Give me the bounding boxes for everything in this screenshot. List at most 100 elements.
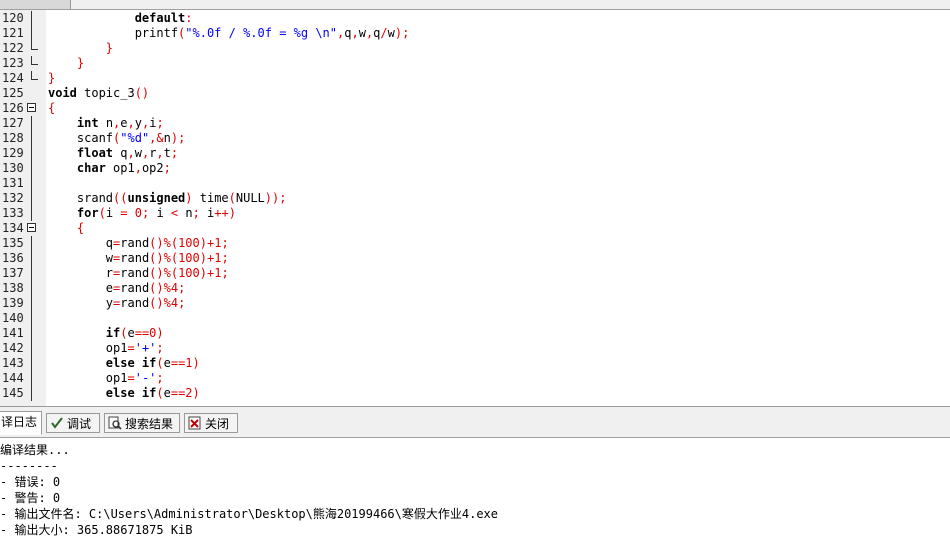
fold-guide-line (31, 266, 32, 281)
line-number: 128 (2, 131, 24, 145)
fold-guide-line (31, 26, 32, 41)
code-text: default: (134, 11, 193, 25)
tab-compile-log[interactable]: 译日志 (0, 411, 42, 435)
code-line[interactable]: 143 else if(e==1) (0, 356, 950, 371)
code-text: y=rand()%4; (48, 296, 186, 310)
line-number: 140 (2, 311, 24, 325)
code-text: for(i = 0; i < n; i++) (76, 206, 236, 220)
fold-guide-line (31, 296, 32, 311)
line-number: 145 (2, 386, 24, 400)
fold-toggle-icon[interactable] (27, 223, 36, 232)
code-line[interactable]: 142 op1='+'; (0, 341, 950, 356)
fold-guide-line (31, 281, 32, 296)
code-line[interactable]: 120 default: (0, 11, 950, 26)
code-line[interactable]: 125 void topic_3() (0, 86, 950, 101)
checkmark-icon (50, 416, 64, 430)
code-text: r=rand()%(100)+1; (48, 266, 229, 280)
code-text: q=rand()%(100)+1; (48, 236, 229, 250)
line-number: 129 (2, 146, 24, 160)
code-line[interactable]: 122 } (0, 41, 950, 56)
search-icon (108, 416, 122, 430)
line-number: 122 (2, 41, 24, 55)
code-line[interactable]: 139 y=rand()%4; (0, 296, 950, 311)
code-line[interactable]: 129 float q,w,r,t; (0, 146, 950, 161)
fold-guide-line (31, 116, 32, 131)
code-text: op1='+'; (48, 341, 164, 355)
line-number: 139 (2, 296, 24, 310)
code-line[interactable]: 127 int n,e,y,i; (0, 116, 950, 131)
close-icon (188, 416, 202, 430)
code-line[interactable]: 145 else if(e==2) (0, 386, 950, 401)
code-line[interactable]: 136 w=rand()%(100)+1; (0, 251, 950, 266)
log-line: -------- (0, 459, 58, 473)
log-line: - 输出文件名: C:\Users\Administrator\Desktop\… (0, 507, 499, 521)
line-number: 133 (2, 206, 24, 220)
line-number: 144 (2, 371, 24, 385)
line-number: 121 (2, 26, 24, 40)
code-text: } (48, 71, 56, 85)
fold-guide-line (31, 236, 32, 251)
line-number: 141 (2, 326, 24, 340)
fold-guide-line (31, 131, 32, 146)
line-number: 125 (2, 86, 24, 100)
code-line[interactable]: 126 { (0, 101, 950, 116)
fold-end-marker (31, 71, 38, 80)
line-number: 137 (2, 266, 24, 280)
code-line[interactable]: 128 scanf("%d",&n); (0, 131, 950, 146)
tab-close[interactable]: 关闭 (184, 413, 238, 433)
fold-guide-line (31, 206, 32, 221)
editor-file-tab[interactable] (0, 0, 71, 9)
code-line[interactable]: 132 srand((unsigned) time(NULL)); (0, 191, 950, 206)
code-line[interactable]: 134 { (0, 221, 950, 236)
code-line[interactable]: 124} (0, 71, 950, 86)
code-text: printf("%.0f / %.0f = %g \n",q,w,q/w); (48, 26, 410, 40)
code-text: else if(e==2) (105, 386, 200, 400)
code-text: } (76, 56, 85, 70)
code-line[interactable]: 135 q=rand()%(100)+1; (0, 236, 950, 251)
code-line[interactable]: 140 (0, 311, 950, 326)
line-number: 126 (2, 101, 24, 115)
code-line[interactable]: 144 op1='-'; (0, 371, 950, 386)
line-number: 130 (2, 161, 24, 175)
code-line[interactable]: 137 r=rand()%(100)+1; (0, 266, 950, 281)
code-line[interactable]: 141 if(e==0) (0, 326, 950, 341)
code-text: w=rand()%(100)+1; (48, 251, 229, 265)
code-line[interactable]: 123 } (0, 56, 950, 71)
log-line: - 警告: 0 (0, 491, 61, 505)
code-line[interactable]: 130 char op1,op2; (0, 161, 950, 176)
code-editor[interactable]: 120 default: 121 printf("%.0f / %.0f = %g… (0, 10, 950, 406)
tab-close-label: 关闭 (205, 417, 230, 431)
code-line[interactable]: 138 e=rand()%4; (0, 281, 950, 296)
code-text: float q,w,r,t; (76, 146, 179, 160)
tab-search-results[interactable]: 搜索结果 (104, 413, 180, 433)
fold-guide-line (31, 176, 32, 191)
fold-end-marker (31, 56, 38, 65)
fold-guide-line (31, 191, 32, 206)
code-text: else if(e==1) (105, 356, 200, 370)
code-line[interactable]: 131 (0, 176, 950, 191)
fold-guide-line (31, 11, 32, 26)
code-text: void topic_3() (48, 86, 150, 100)
line-number: 142 (2, 341, 24, 355)
line-number: 123 (2, 56, 24, 70)
log-line: 编译结果... (0, 443, 70, 457)
tab-debug[interactable]: 调试 (46, 413, 100, 433)
line-number: 131 (2, 176, 24, 190)
fold-guide-line (31, 146, 32, 161)
fold-guide-line (31, 251, 32, 266)
code-text: char op1,op2; (76, 161, 171, 175)
line-number: 143 (2, 356, 24, 370)
fold-toggle-icon[interactable] (27, 103, 36, 112)
line-number: 127 (2, 116, 24, 130)
fold-end-marker (31, 41, 38, 50)
fold-guide-line (31, 311, 32, 326)
fold-guide-line (31, 386, 32, 401)
code-line[interactable]: 121 printf("%.0f / %.0f = %g \n",q,w,q/w… (0, 26, 950, 41)
code-line[interactable]: 133 for(i = 0; i < n; i++) (0, 206, 950, 221)
editor-tab-strip (0, 0, 950, 10)
compile-log-panel[interactable]: 编译结果... -------- - 错误: 0 - 警告: 0 - 输出文件名… (0, 438, 950, 538)
code-text: scanf("%d",&n); (48, 131, 186, 145)
code-text: int n,e,y,i; (76, 116, 164, 130)
line-number: 135 (2, 236, 24, 250)
code-text: } (105, 41, 114, 55)
